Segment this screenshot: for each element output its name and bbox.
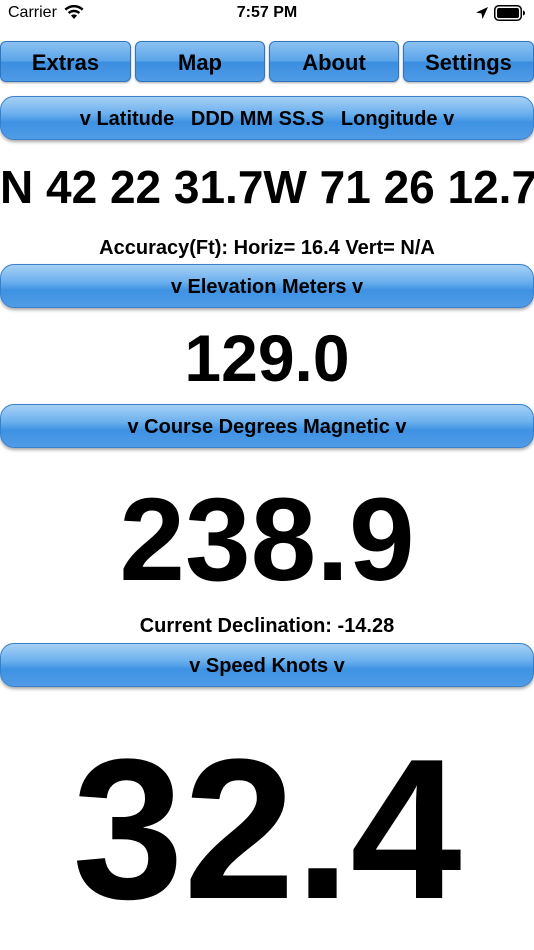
clock: 7:57 PM [236, 4, 298, 21]
battery-icon [494, 5, 526, 26]
location-arrow-icon [475, 6, 489, 25]
position-value: N 42 22 31.7W 71 26 12.7 [0, 161, 534, 213]
speed-units-selector[interactable]: v Speed Knots v [0, 643, 534, 687]
course-units-selector[interactable]: v Course Degrees Magnetic v [0, 404, 534, 448]
tab-settings[interactable]: Settings [403, 41, 534, 82]
declination-label: Current Declination: -14.28 [139, 615, 395, 637]
tab-map[interactable]: Map [135, 41, 265, 82]
course-value: 238.9 [119, 474, 415, 606]
position-format-selector[interactable]: v Latitude DDD MM SS.S Longitude v [0, 96, 534, 140]
elevation-units-selector[interactable]: v Elevation Meters v [0, 264, 534, 308]
status-bar: Carrier 7:57 PM [0, 0, 534, 30]
tab-about[interactable]: About [269, 41, 399, 82]
accuracy-label: Accuracy(Ft): Horiz= 16.4 Vert= N/A [99, 237, 435, 259]
tab-bar: Extras Map About Settings [0, 41, 534, 83]
tab-extras[interactable]: Extras [0, 41, 131, 82]
speed-value: 32.4 [72, 718, 462, 941]
elevation-value: 129.0 [184, 321, 350, 395]
